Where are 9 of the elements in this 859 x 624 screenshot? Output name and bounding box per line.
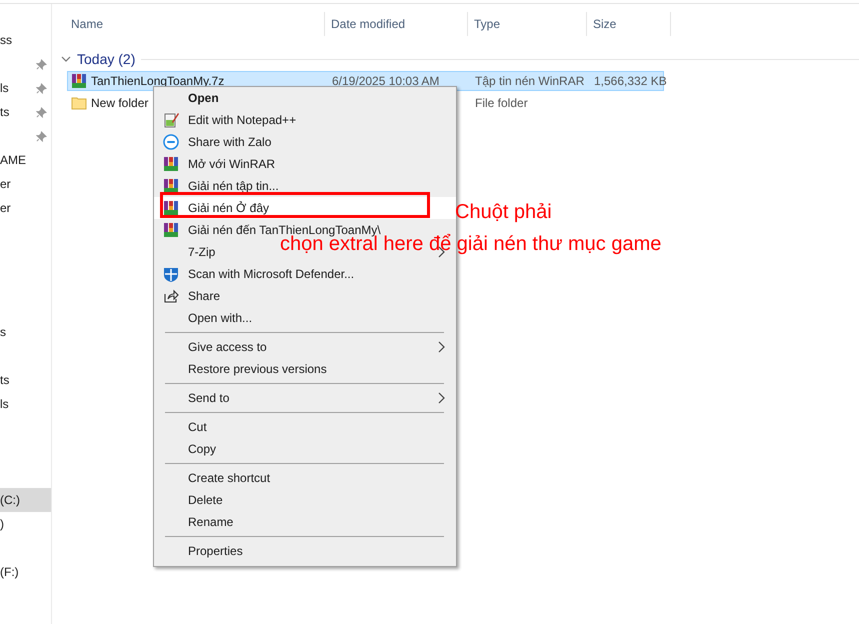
type-cell-text: Tập tin nén WinRAR	[474, 74, 586, 88]
file-name: New folder	[91, 96, 148, 110]
annotation-text: Chuột phải	[455, 202, 552, 222]
annotation-text: chọn extral here để giải nén thư mục game	[280, 234, 662, 254]
file-name: TanThienLongToanMy.7z	[91, 74, 224, 88]
size-cell-text: 1,566,332 KB	[593, 74, 665, 88]
date-cell-text: 6/19/2025 10:03 AM	[331, 74, 440, 88]
group-header: Today (2)	[77, 51, 136, 67]
type-cell-text: File folder	[474, 96, 529, 110]
